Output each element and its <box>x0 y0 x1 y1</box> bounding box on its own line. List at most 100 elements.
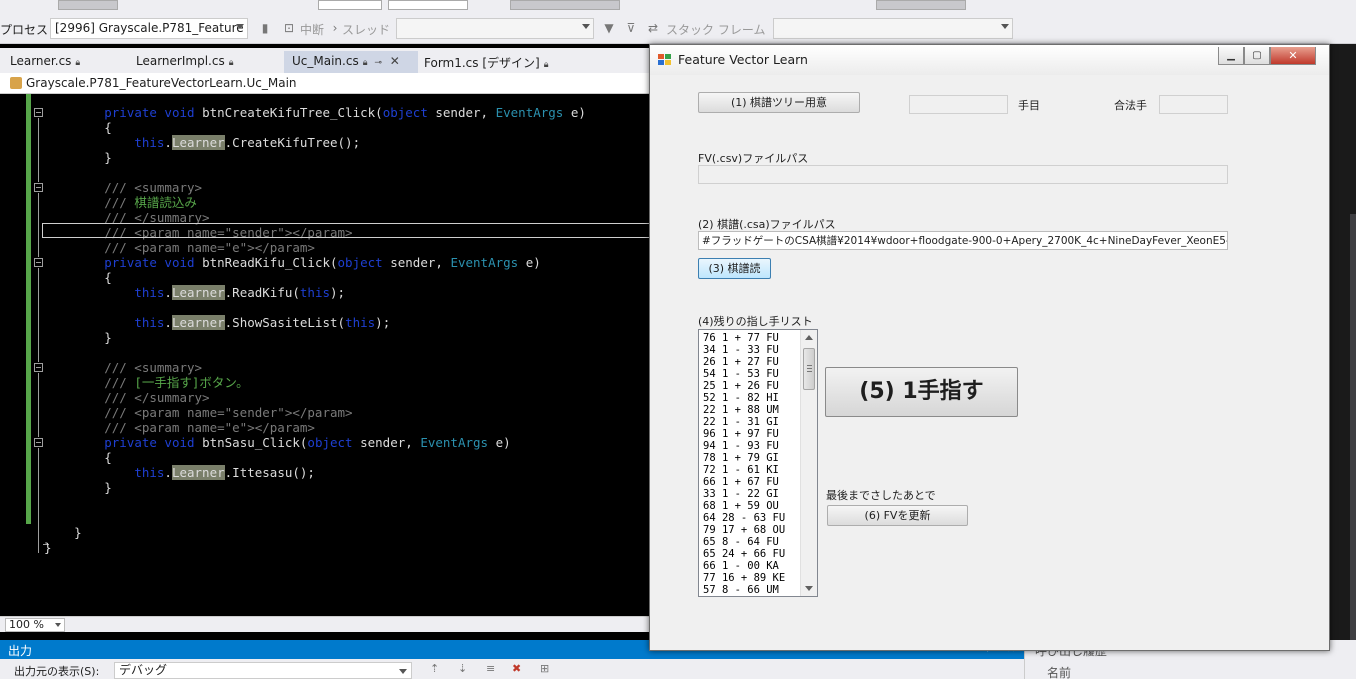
list-item[interactable]: 76 1 + 77 FU <box>703 332 785 344</box>
list-item[interactable]: 34 1 - 33 FU <box>703 344 785 356</box>
remaining-moves-listbox[interactable]: 76 1 + 77 FU 34 1 - 33 FU 26 1 + 27 FU 54 1… <box>698 329 818 597</box>
filter-toggle-icon[interactable]: ⊽ <box>624 21 638 35</box>
collapse-icon[interactable] <box>34 438 43 447</box>
list-item[interactable]: 65 8 - 64 FU <box>703 536 785 548</box>
code-line[interactable] <box>44 345 586 360</box>
pin-icon[interactable]: ⊸ <box>372 58 382 68</box>
process-combo[interactable]: [2996] Grayscale.P781_Feature <box>50 18 248 39</box>
code-editor[interactable]: private void btnCreateKifuTree_Click(obj… <box>0 94 650 616</box>
code-line[interactable]: /// 棋譜読込み <box>44 195 586 210</box>
list-item[interactable]: 25 1 + 26 FU <box>703 380 785 392</box>
go-down-icon[interactable]: ⇣ <box>458 663 472 675</box>
output-source-combo[interactable]: デバッグ <box>114 662 412 679</box>
list-item[interactable]: 22 1 + 88 UM <box>703 404 785 416</box>
go-up-icon[interactable]: ⇡ <box>430 663 444 675</box>
list-item[interactable]: 65 24 + 66 FU <box>703 548 785 560</box>
call-stack-column-name[interactable]: 名前 <box>1047 664 1071 679</box>
code-text[interactable]: private void btnCreateKifuTree_Click(obj… <box>44 105 586 555</box>
code-line[interactable] <box>44 495 586 510</box>
window-title-bar[interactable]: Feature Vector Learn ▁ ▢ ✕ <box>650 45 1329 75</box>
code-line[interactable]: /// <param name="e"></param> <box>44 240 586 255</box>
scrollbar-thumb[interactable] <box>803 348 815 390</box>
scrollbar-thumb[interactable] <box>1350 214 1356 644</box>
moves-list[interactable]: 76 1 + 77 FU 34 1 - 33 FU 26 1 + 27 FU 54 1… <box>703 332 785 596</box>
maximize-button[interactable]: ▢ <box>1244 47 1270 65</box>
clear-icon[interactable]: ≡ <box>486 663 500 675</box>
code-line[interactable]: /// <summary> <box>44 360 586 375</box>
minimize-button[interactable]: ▁ <box>1218 47 1244 65</box>
code-line[interactable]: { <box>44 450 586 465</box>
scroll-up-icon[interactable] <box>805 335 813 340</box>
teme-textbox[interactable] <box>909 95 1008 114</box>
list-item[interactable]: 68 1 + 59 OU <box>703 500 785 512</box>
list-item[interactable]: 64 28 - 63 FU <box>703 512 785 524</box>
tab-learner-impl[interactable]: LearnerImpl.cs 🔒︎ <box>128 51 242 73</box>
toolbar-buttons[interactable] <box>58 0 118 10</box>
bookmark-buttons[interactable] <box>876 0 966 10</box>
code-line[interactable]: } <box>44 525 586 540</box>
list-item[interactable]: 52 1 - 82 HI <box>703 392 785 404</box>
code-line[interactable]: this.Learner.CreateKifuTree(); <box>44 135 586 150</box>
filter-icon[interactable]: ▼ <box>602 21 616 35</box>
list-item[interactable]: 22 1 - 31 GI <box>703 416 785 428</box>
list-item[interactable]: 57 8 - 66 UM <box>703 584 785 596</box>
code-line[interactable]: { <box>44 120 586 135</box>
tab-form1-design[interactable]: Form1.cs [デザイン] 🔒︎ <box>416 51 557 73</box>
one-move-button[interactable]: (5) 1手指す <box>825 367 1018 417</box>
collapse-icon[interactable] <box>34 108 43 117</box>
code-line[interactable] <box>44 510 586 525</box>
close-button[interactable]: ✕ <box>1270 47 1316 65</box>
thread-combo[interactable] <box>396 18 594 39</box>
collapse-icon[interactable] <box>34 363 43 372</box>
break-icon[interactable]: ⊡ <box>282 21 296 35</box>
list-item[interactable]: 79 17 + 68 OU <box>703 524 785 536</box>
code-line[interactable]: /// </summary> <box>44 390 586 405</box>
config-combo[interactable] <box>318 0 382 10</box>
indicator-margin[interactable] <box>0 94 22 616</box>
fv-path-textbox[interactable] <box>698 165 1228 184</box>
code-line[interactable]: /// <summary> <box>44 180 586 195</box>
list-item[interactable]: 33 1 - 22 GI <box>703 488 785 500</box>
code-line[interactable]: /// <param name="sender"></param> <box>44 405 586 420</box>
code-line[interactable] <box>44 165 586 180</box>
clear-all-icon[interactable]: ✖ <box>512 663 526 675</box>
list-item[interactable]: 66 1 - 00 KA <box>703 560 785 572</box>
platform-combo[interactable] <box>388 0 468 10</box>
update-fv-button[interactable]: (6) FVを更新 <box>827 505 968 526</box>
tab-uc-main[interactable]: Uc_Main.cs 🔒︎ ⊸ ✕ <box>284 51 418 73</box>
debug-buttons[interactable] <box>510 0 620 10</box>
code-line[interactable]: private void btnReadKifu_Click(object se… <box>44 255 586 270</box>
list-item[interactable]: 54 1 - 53 FU <box>703 368 785 380</box>
code-line[interactable]: } <box>44 150 586 165</box>
class-navigation-bar[interactable]: Grayscale.P781_FeatureVectorLearn.Uc_Mai… <box>0 73 650 94</box>
code-line[interactable]: this.Learner.Ittesasu(); <box>44 465 586 480</box>
close-icon[interactable]: ✕ <box>386 54 400 68</box>
code-line[interactable]: } <box>44 480 586 495</box>
collapse-icon[interactable] <box>34 183 43 192</box>
code-line[interactable]: private void btnCreateKifuTree_Click(obj… <box>44 105 586 120</box>
scroll-down-icon[interactable] <box>805 586 813 591</box>
code-line[interactable]: this.Learner.ReadKifu(this); <box>44 285 586 300</box>
zoom-combo[interactable]: 100 % <box>5 618 65 632</box>
list-item[interactable]: 78 1 + 79 GI <box>703 452 785 464</box>
code-line[interactable]: /// <param name="e"></param> <box>44 420 586 435</box>
listbox-scrollbar[interactable] <box>800 330 817 596</box>
code-line[interactable]: /// [一手指す]ボタン。 <box>44 375 586 390</box>
code-line[interactable]: } <box>44 330 586 345</box>
swap-icon[interactable]: ⇄ <box>646 21 660 35</box>
code-line[interactable]: } <box>44 540 586 555</box>
list-item[interactable]: 66 1 + 67 FU <box>703 476 785 488</box>
read-kifu-button[interactable]: (3) 棋譜読 <box>698 258 771 279</box>
kifu-path-textbox[interactable]: #フラッドゲートのCSA棋譜¥2014¥wdoor+floodgate-900-… <box>698 231 1228 250</box>
list-item[interactable]: 94 1 - 93 FU <box>703 440 785 452</box>
stackframe-combo[interactable] <box>773 18 1013 39</box>
list-item[interactable]: 72 1 - 61 KI <box>703 464 785 476</box>
tab-learner[interactable]: Learner.cs 🔒︎ <box>2 51 88 73</box>
gouhoute-textbox[interactable] <box>1159 95 1228 114</box>
code-line[interactable]: private void btnSasu_Click(object sender… <box>44 435 586 450</box>
collapse-icon[interactable] <box>34 258 43 267</box>
list-item[interactable]: 77 16 + 89 KE <box>703 572 785 584</box>
list-item[interactable]: 26 1 + 27 FU <box>703 356 785 368</box>
prepare-kifu-tree-button[interactable]: (1) 棋譜ツリー用意 <box>698 92 860 113</box>
word-wrap-icon[interactable]: ⊞ <box>540 663 554 675</box>
